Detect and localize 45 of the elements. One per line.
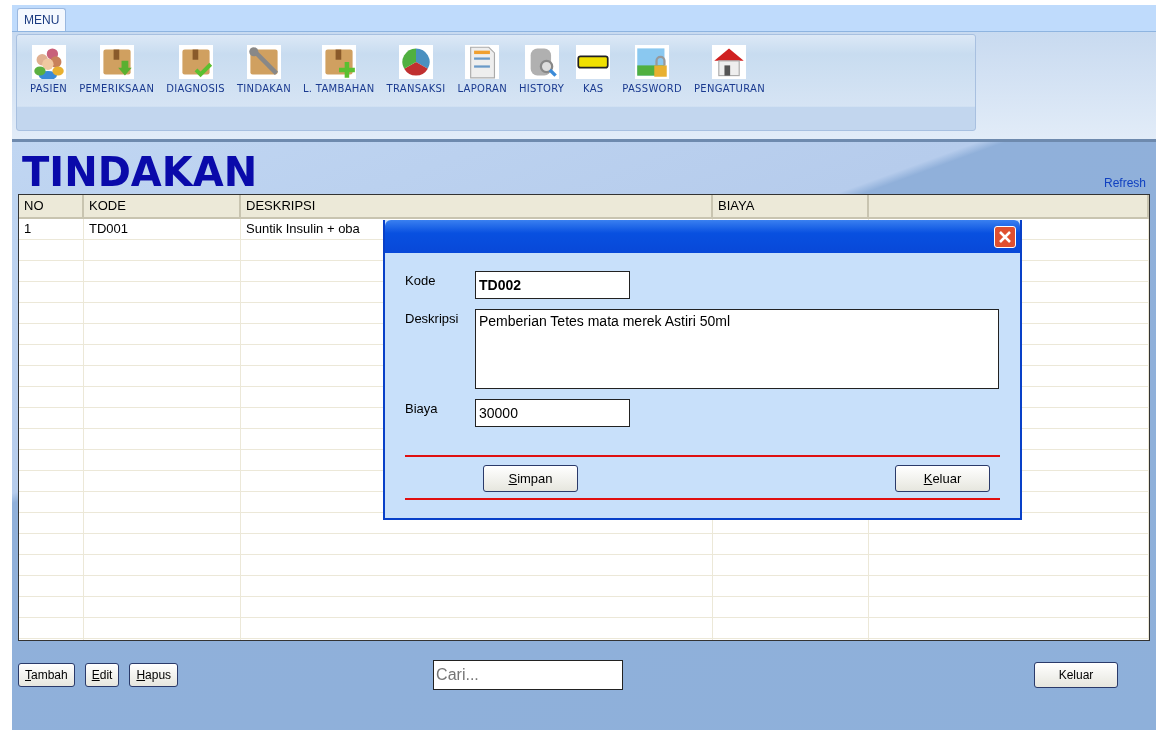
document-icon	[465, 45, 500, 79]
dialog-button[interactable]: Keluar	[895, 465, 990, 492]
column-header[interactable]: NO	[19, 195, 84, 217]
ribbon-button[interactable]: PEMERIKSAAN	[76, 45, 158, 130]
column-header[interactable]: DESKRIPSI	[241, 195, 713, 217]
ingot-icon	[576, 45, 611, 79]
ribbon-button[interactable]: LAPORAN	[454, 45, 510, 130]
ribbon-button[interactable]: PENGATURAN	[691, 45, 768, 130]
people-icon	[31, 45, 66, 79]
table-cell: TD001	[84, 219, 241, 239]
toolbar-button[interactable]: Edit	[84, 663, 120, 687]
lock-picture-icon	[635, 45, 670, 79]
ribbon-button[interactable]: TINDAKAN	[233, 45, 294, 130]
ribbon-button[interactable]: PASSWORD	[619, 45, 685, 130]
refresh-link[interactable]: Refresh	[1103, 176, 1146, 190]
ribbon-button[interactable]: TRANSAKSI	[383, 45, 449, 130]
ribbon-button[interactable]: DIAGNOSIS	[163, 45, 228, 130]
dialog-button[interactable]: Simpan	[483, 465, 578, 492]
box-wrench-icon	[246, 45, 281, 79]
ribbon-button[interactable]: PASIEN	[27, 45, 71, 130]
column-header[interactable]: BIAYA	[713, 195, 869, 217]
field-label: Biaya	[405, 400, 439, 416]
box-check-icon	[178, 45, 213, 79]
pie-chart-icon	[399, 45, 433, 79]
ribbon-button[interactable]: L. TAMBAHAN	[299, 45, 378, 130]
table-cell: 1	[19, 219, 84, 239]
toolbar-button[interactable]: Tambah	[18, 663, 75, 687]
database-search-icon	[524, 45, 559, 79]
exit-button[interactable]: Keluar	[1034, 662, 1118, 688]
toolbar-button[interactable]: Hapus	[129, 663, 179, 687]
input-field[interactable]: TD002	[475, 271, 630, 299]
close-button[interactable]	[994, 225, 1016, 248]
ribbon-button[interactable]: KAS	[573, 45, 614, 130]
ribbon-button[interactable]: HISTORY	[515, 45, 568, 130]
input-field[interactable]: Pemberian Tetes mata merek Astiri 50ml	[475, 309, 999, 389]
search-field[interactable]: Cari...	[433, 660, 624, 690]
field-label: Deskripsi	[405, 310, 460, 326]
house-icon	[712, 45, 747, 79]
close-icon	[998, 229, 1012, 244]
box-plus-icon	[321, 45, 356, 79]
field-label: Kode	[405, 272, 437, 288]
column-header[interactable]: KODE	[84, 195, 241, 217]
input-field[interactable]: 30000	[475, 399, 630, 427]
page-title: TINDAKAN	[22, 150, 258, 194]
menu-tab[interactable]: MENU	[17, 8, 67, 31]
